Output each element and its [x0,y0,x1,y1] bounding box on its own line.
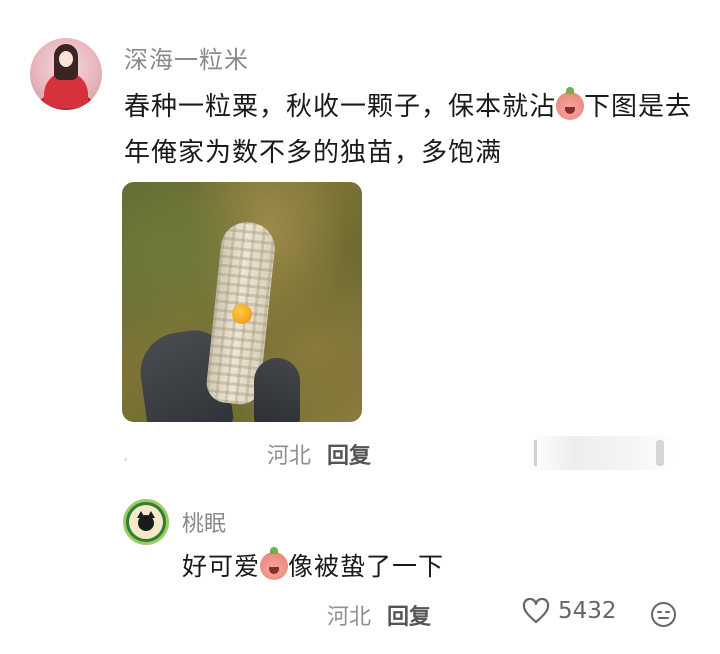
username-main[interactable]: 深海一粒米 [124,40,249,75]
faded-overlay-bar [530,436,676,470]
reply-button[interactable]: 回复 [387,605,431,630]
laughing-tears-emoji-icon [556,87,585,120]
emoji-face-icon[interactable] [650,601,677,632]
location-label: 河北 [267,444,312,469]
comment-text-main: 春种一粒粟，秋收一颗子，保本就沾 下图是去年俺家为数不多的独苗，多饱满 [124,84,704,176]
comment-meta-reply: 河北 回复 [327,599,431,631]
comment-text-reply: 好可爱 像被蛰了一下 [182,547,444,583]
corn-photo[interactable] [122,182,362,422]
avatar-main-user[interactable] [30,38,102,110]
like-count: 5432 [558,598,617,624]
comment-text-reply-part1: 好可爱 [182,552,261,581]
location-label: 河北 [327,605,372,630]
comment-text-reply-part2: 像被蛰了一下 [288,552,445,581]
heart-outline-icon[interactable] [522,598,550,624]
username-reply[interactable]: 桃眠 [182,506,226,538]
reply-button[interactable]: 回复 [327,444,371,469]
comment-meta-main: 河北 回复 [267,438,371,470]
crying-emoji-icon [260,547,289,580]
comment-text-main-part1: 春种一粒粟，秋收一颗子，保本就沾 [124,92,557,122]
yellow-kernel [232,304,252,324]
avatar-reply-user[interactable] [123,499,169,545]
glove-right [254,358,300,422]
like-button[interactable]: 5432 [522,598,617,624]
divider-dot [124,458,127,461]
